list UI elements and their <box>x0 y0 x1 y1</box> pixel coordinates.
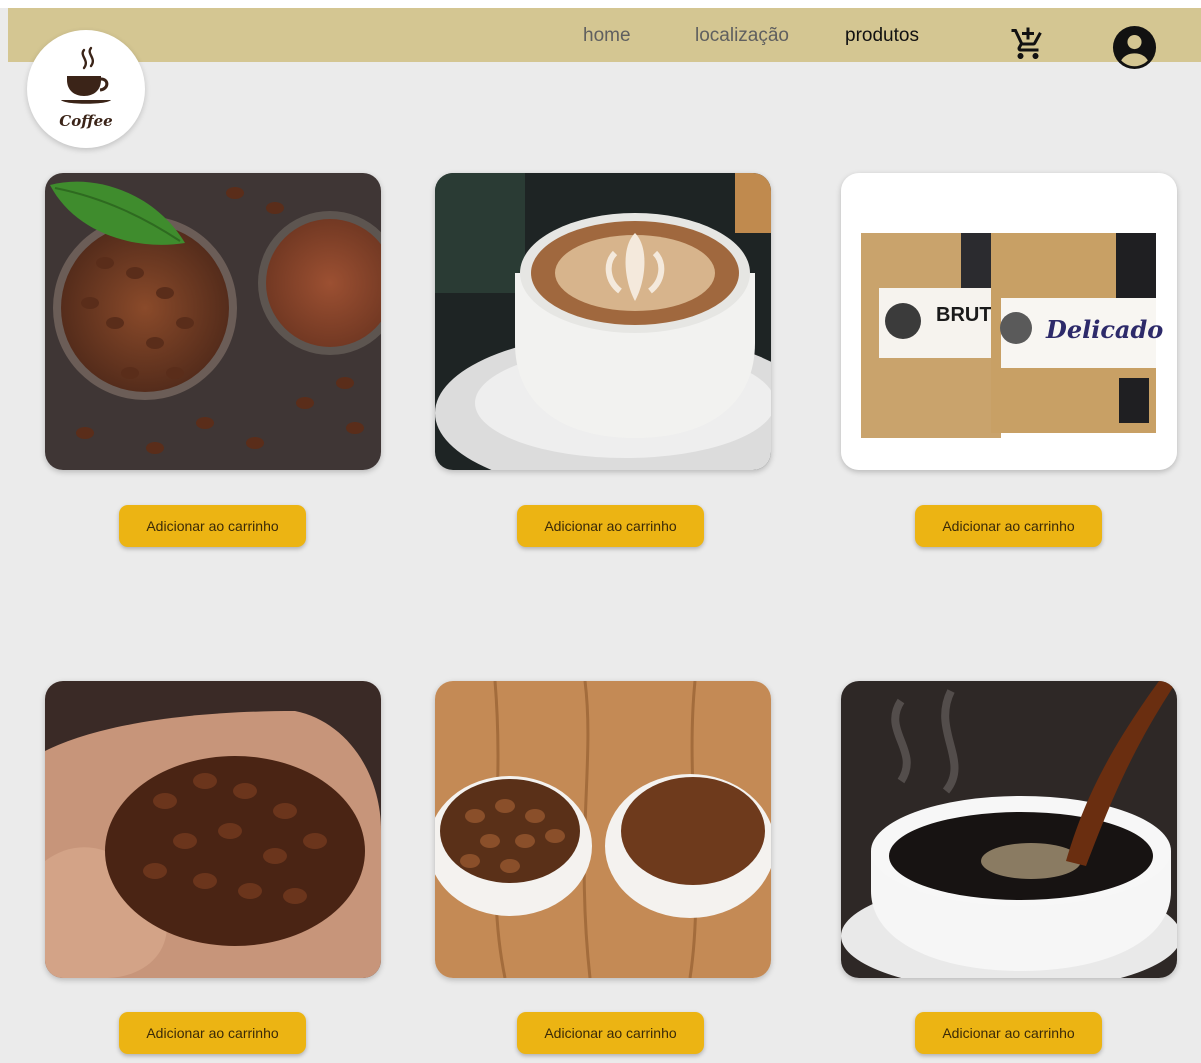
add-to-cart-icon[interactable] <box>1010 26 1046 62</box>
product-image-5[interactable] <box>435 681 771 978</box>
hands-with-beans-image <box>45 681 381 978</box>
add-to-cart-button-2[interactable]: Adicionar ao carrinho <box>517 505 704 547</box>
add-to-cart-button-1[interactable]: Adicionar ao carrinho <box>119 505 306 547</box>
product-image-3[interactable]: BRUT Delicado <box>841 173 1177 470</box>
add-to-cart-button-3[interactable]: Adicionar ao carrinho <box>915 505 1102 547</box>
navbar: home localização produtos <box>8 8 1201 70</box>
nav-link-produtos[interactable]: produtos <box>845 25 919 47</box>
nav-link-home[interactable]: home <box>583 25 631 47</box>
brand-bruto-label: BRUT <box>936 304 992 326</box>
top-strip <box>0 0 1201 8</box>
add-to-cart-button-5[interactable]: Adicionar ao carrinho <box>517 1012 704 1054</box>
pouring-coffee-image <box>841 681 1177 978</box>
logo-text: Coffee <box>59 112 113 130</box>
product-image-2[interactable] <box>435 173 771 470</box>
logo[interactable]: Coffee <box>27 30 145 148</box>
add-to-cart-button-6[interactable]: Adicionar ao carrinho <box>915 1012 1102 1054</box>
nav-link-localizacao[interactable]: localização <box>695 25 789 47</box>
cappuccino-image <box>435 173 771 470</box>
coffee-cup-icon <box>61 46 111 104</box>
coffee-packages-image: BRUT Delicado <box>841 173 1177 470</box>
product-image-6[interactable] <box>841 681 1177 978</box>
product-image-4[interactable] <box>45 681 381 978</box>
brand-delicado-label: Delicado <box>1045 315 1163 344</box>
coffee-beans-image <box>45 173 381 470</box>
account-circle-icon[interactable] <box>1111 24 1158 71</box>
add-to-cart-button-4[interactable]: Adicionar ao carrinho <box>119 1012 306 1054</box>
product-image-1[interactable] <box>45 173 381 470</box>
bowls-on-wood-image <box>435 681 771 978</box>
